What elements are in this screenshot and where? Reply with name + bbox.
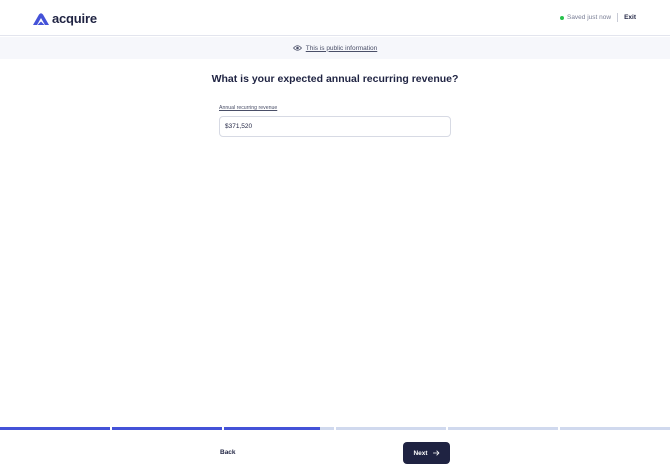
question-title: What is your expected annual recurring r…	[211, 73, 459, 85]
progress-segment	[560, 427, 670, 430]
arrow-right-icon	[432, 450, 439, 456]
saved-status: Saved just now	[559, 14, 612, 21]
progress-segment	[336, 427, 446, 430]
saved-status-text: Saved just now	[566, 14, 612, 21]
progress-segment	[224, 427, 334, 430]
exit-link[interactable]: Exit	[624, 14, 636, 21]
progress-segment-fill	[0, 427, 110, 430]
progress-bar	[0, 427, 670, 431]
arr-field-label: Annual recurring revenue	[219, 105, 278, 111]
public-info-link[interactable]: This is public information	[306, 45, 378, 52]
eye-icon	[292, 45, 302, 51]
public-info-bar: This is public information	[0, 37, 670, 59]
progress-segment	[0, 427, 110, 430]
progress-segment-fill	[112, 427, 222, 430]
top-header: acquire Saved just now Exit	[0, 0, 670, 36]
saved-indicator-dot	[559, 15, 564, 20]
back-button[interactable]: Back	[220, 449, 236, 456]
header-actions: Saved just now Exit	[559, 13, 636, 22]
next-button-label: Next	[413, 449, 428, 457]
acquire-logo[interactable]: acquire	[33, 11, 97, 26]
logo-text: acquire	[52, 11, 97, 26]
acquire-logo-icon	[33, 12, 49, 25]
header-divider	[617, 13, 619, 22]
progress-segment	[448, 427, 558, 430]
arr-input[interactable]	[219, 116, 451, 137]
progress-segment	[112, 427, 222, 430]
progress-segment-fill	[224, 427, 320, 430]
next-button[interactable]: Next	[403, 442, 450, 464]
